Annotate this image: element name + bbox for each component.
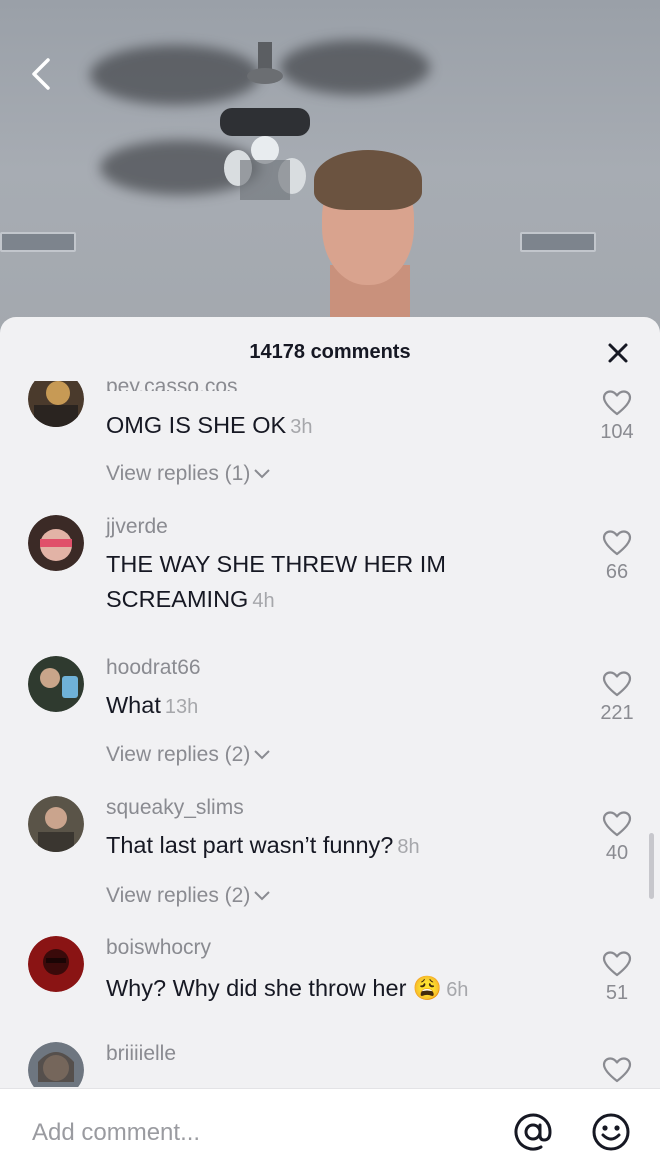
avatar[interactable]	[28, 796, 84, 852]
comment-body: THE WAY SHE THREW HER IM SCREAMING	[106, 551, 446, 612]
like-button[interactable]: 40	[594, 810, 640, 865]
close-icon	[608, 343, 628, 363]
like-button[interactable]: 51	[594, 950, 640, 1005]
sheet-header: 14178 comments	[0, 317, 660, 381]
comment-username[interactable]: hoodrat66	[106, 656, 201, 680]
video-background	[0, 0, 660, 340]
avatar[interactable]	[28, 515, 84, 571]
comment-username[interactable]: boiswhocry	[106, 936, 211, 960]
comment-body: What	[106, 692, 161, 718]
like-count: 104	[600, 421, 634, 443]
view-replies-label: View replies (1)	[106, 462, 251, 485]
view-replies-link[interactable]: View replies (2)	[106, 884, 272, 908]
like-count: 51	[605, 982, 629, 1004]
heart-outline-icon	[602, 390, 632, 416]
chevron-down-icon	[254, 750, 271, 760]
close-button[interactable]	[604, 339, 632, 367]
comment-username[interactable]: briiiielle	[106, 1042, 176, 1066]
comment-text: Why? Why did she throw her 😩 6h	[106, 971, 546, 1008]
like-count: 66	[605, 561, 629, 583]
heart-outline-icon	[602, 811, 632, 837]
comment-time: 8h	[397, 836, 420, 858]
comment-body: OMG IS SHE OK	[106, 412, 287, 438]
comment-time: 13h	[164, 696, 199, 718]
like-count: 40	[605, 842, 629, 864]
mention-button[interactable]	[512, 1111, 554, 1153]
like-button[interactable]	[594, 1056, 640, 1084]
chevron-left-icon	[32, 58, 50, 90]
chevron-down-icon	[254, 891, 271, 901]
emoji-button[interactable]	[590, 1111, 632, 1153]
comment-input-bar	[0, 1088, 660, 1174]
view-replies-label: View replies (2)	[106, 884, 251, 907]
add-comment-input[interactable]	[30, 1111, 474, 1155]
comments-count-title: 14178 comments	[249, 341, 411, 363]
back-button[interactable]	[24, 52, 64, 96]
comment-username[interactable]: jjverde	[106, 515, 168, 539]
like-button[interactable]: 221	[594, 670, 640, 725]
like-button[interactable]: 104	[594, 389, 640, 444]
person-hair	[314, 150, 422, 210]
ceiling-vent-left	[0, 232, 76, 252]
comment-text: That last part wasn’t funny? 8h	[106, 828, 546, 865]
ceiling-vent-right	[520, 232, 596, 252]
at-sign-icon	[514, 1113, 552, 1151]
comments-list[interactable]: pey.casso.cos OMG IS SHE OK3h View repli…	[0, 381, 660, 1087]
heart-outline-icon	[602, 1057, 632, 1083]
like-button[interactable]: 66	[594, 529, 640, 584]
like-count: 221	[600, 702, 634, 724]
view-replies-link[interactable]: View replies (1)	[106, 462, 272, 486]
comment-time: 4h	[252, 590, 275, 612]
heart-outline-icon	[602, 951, 632, 977]
chevron-down-icon	[254, 469, 271, 479]
comment-body: That last part wasn’t funny?	[106, 832, 394, 858]
comment-text: What 13h	[106, 688, 506, 725]
comment-username[interactable]: pey.casso.cos	[106, 381, 238, 391]
view-replies-label: View replies (2)	[106, 743, 251, 766]
comment-username[interactable]: squeaky_slims	[106, 796, 244, 820]
scrollbar[interactable]	[649, 833, 654, 899]
avatar[interactable]	[28, 656, 84, 712]
comment-text: OMG IS SHE OK 3h	[106, 408, 506, 445]
avatar[interactable]	[28, 936, 84, 992]
comments-sheet: 14178 comments pey.casso.cos OMG IS SHE …	[0, 317, 660, 1174]
avatar[interactable]	[28, 1042, 84, 1087]
comment-time: 6h	[446, 979, 469, 1001]
view-replies-link[interactable]: View replies (2)	[106, 743, 272, 767]
avatar[interactable]	[28, 381, 84, 427]
ceiling-fan	[220, 40, 310, 200]
heart-outline-icon	[602, 671, 632, 697]
smiley-icon	[592, 1113, 630, 1151]
comment-body: Why? Why did she throw her 😩	[106, 975, 443, 1001]
heart-outline-icon	[602, 530, 632, 556]
comment-time: 3h	[290, 416, 313, 438]
comment-text: THE WAY SHE THREW HER IM SCREAMING 4h	[106, 547, 566, 619]
